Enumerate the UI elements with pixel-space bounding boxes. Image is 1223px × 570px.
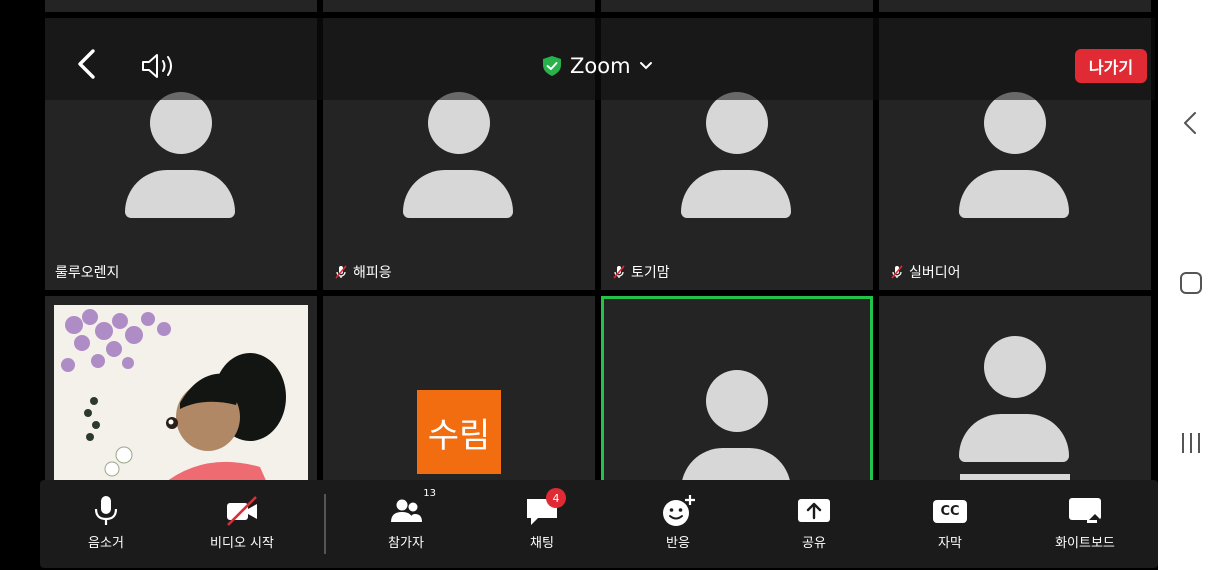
back-arrow-icon[interactable] [75, 48, 97, 80]
chat-icon: 4 [524, 488, 566, 528]
chevron-down-icon [639, 62, 652, 70]
system-navigation-bar [1158, 0, 1223, 570]
mute-button[interactable]: 음소거 [46, 494, 166, 551]
avatar-placeholder [959, 336, 1071, 466]
participants-icon: 13 [388, 488, 436, 528]
back-icon[interactable] [1178, 110, 1204, 136]
participant-name: 토기맘 [611, 262, 670, 282]
start-video-button[interactable]: 비디오 시작 [182, 494, 302, 551]
meeting-title-dropdown[interactable]: Zoom [542, 52, 653, 80]
initials-avatar: 수림 [417, 390, 501, 474]
chat-unread-badge: 4 [546, 488, 566, 508]
participants-button[interactable]: 13 참가자 [346, 488, 466, 551]
participants-count: 13 [423, 488, 436, 499]
avatar-placeholder [681, 92, 793, 222]
video-off-icon [227, 496, 257, 526]
tile-strip-top-4 [879, 0, 1151, 12]
captions-button[interactable]: CC 자막 [890, 494, 1010, 551]
speaker-icon[interactable] [141, 53, 177, 79]
chat-button[interactable]: 4 채팅 [482, 488, 602, 551]
home-icon[interactable] [1178, 270, 1204, 296]
zoom-meeting-screen: 룰루오렌지 해피응 토기맘 실버디어 수림 Zoom 나가기 음소거 비디오 시… [0, 0, 1158, 570]
mic-muted-icon [891, 265, 903, 279]
reactions-button[interactable]: 반응 [618, 494, 738, 551]
emoji-add-icon [663, 495, 695, 526]
shield-check-icon [543, 56, 561, 76]
mic-muted-icon [335, 265, 347, 279]
meeting-top-bar: Zoom 나가기 [45, 18, 1155, 100]
share-button[interactable]: 공유 [754, 494, 874, 551]
meeting-toolbar: 음소거 비디오 시작 13 참가자 4 채팅 반응 공유 CC 자막 화이트보드 [40, 480, 1158, 568]
meeting-title: Zoom [570, 54, 631, 78]
video-illustration [54, 305, 308, 485]
avatar-placeholder [403, 92, 515, 222]
avatar-placeholder [125, 92, 237, 222]
whiteboard-icon [1069, 498, 1101, 523]
leave-button[interactable]: 나가기 [1075, 49, 1147, 83]
mic-muted-icon [613, 265, 625, 279]
participant-name: 해피응 [333, 262, 392, 282]
avatar-placeholder [959, 92, 1071, 222]
recents-icon[interactable] [1178, 430, 1204, 456]
tile-strip-top-2 [323, 0, 595, 12]
share-arrow-icon [798, 499, 830, 522]
whiteboard-button[interactable]: 화이트보드 [1025, 494, 1145, 551]
microphone-icon [94, 496, 118, 525]
tile-strip-top-3 [601, 0, 873, 12]
participant-name: 실버디어 [889, 262, 961, 282]
closed-captions-icon: CC [932, 494, 968, 528]
tile-strip-top-1 [45, 0, 317, 12]
toolbar-divider [324, 494, 326, 554]
participant-name: 룰루오렌지 [55, 265, 120, 281]
